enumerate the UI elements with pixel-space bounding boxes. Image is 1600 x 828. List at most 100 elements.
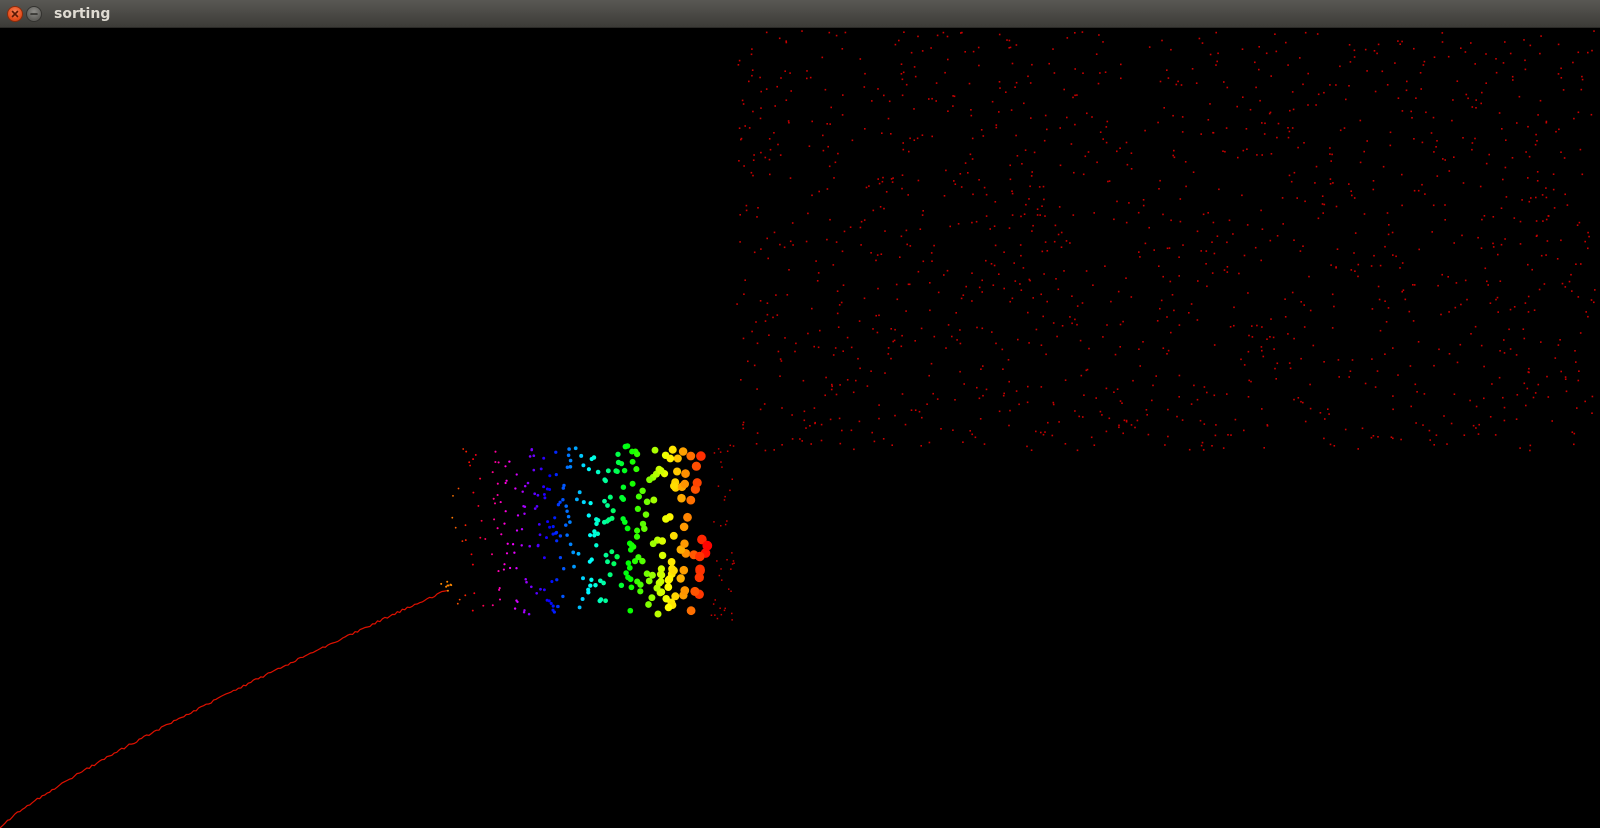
particle	[465, 450, 468, 453]
particle	[573, 446, 578, 451]
particle	[1270, 318, 1272, 320]
particle	[873, 440, 876, 443]
particle	[752, 159, 755, 161]
particle	[815, 260, 817, 262]
particle	[480, 519, 483, 522]
particle	[649, 540, 657, 548]
particle	[1193, 384, 1195, 387]
particle	[768, 334, 770, 336]
particle	[1053, 72, 1056, 74]
particle	[451, 516, 454, 519]
particle	[1499, 280, 1502, 282]
particle	[637, 581, 644, 588]
particle	[1261, 326, 1263, 328]
particle	[1471, 148, 1473, 151]
particle	[515, 567, 518, 570]
particle	[787, 120, 790, 122]
particle	[1082, 72, 1084, 74]
particle	[634, 505, 642, 513]
particle	[1182, 244, 1184, 246]
particle	[1241, 194, 1243, 197]
particle	[566, 514, 571, 519]
particle	[913, 66, 916, 68]
particle	[1454, 306, 1457, 309]
particle	[1085, 270, 1088, 272]
particle	[764, 156, 767, 159]
particle	[1203, 423, 1206, 425]
particle	[962, 441, 964, 443]
particle	[539, 587, 542, 591]
particle	[929, 282, 931, 284]
particle	[1176, 415, 1178, 418]
particle	[736, 303, 738, 305]
particle	[494, 450, 497, 453]
particle	[1348, 183, 1350, 185]
particle	[499, 501, 502, 504]
particle	[1518, 95, 1521, 98]
particle	[650, 496, 658, 504]
particle	[914, 75, 917, 78]
particle	[1064, 443, 1067, 445]
particle	[1001, 348, 1004, 351]
particle	[1357, 448, 1359, 450]
particle	[1215, 64, 1217, 66]
particle	[1202, 449, 1205, 451]
particle	[1019, 244, 1022, 246]
particle	[930, 252, 933, 254]
particle	[606, 517, 612, 523]
particle	[1014, 86, 1016, 88]
particle	[1349, 61, 1352, 63]
close-icon	[11, 10, 19, 18]
particle	[1456, 361, 1459, 364]
particle	[1471, 142, 1474, 144]
particle	[555, 578, 559, 582]
particle	[1328, 413, 1330, 415]
particle	[1241, 48, 1244, 50]
particle	[1515, 418, 1518, 420]
particle	[1394, 62, 1396, 64]
particle	[1222, 447, 1225, 449]
particle	[1392, 347, 1394, 349]
particle	[543, 496, 547, 500]
particle	[779, 375, 781, 377]
sorting-canvas[interactable]	[0, 28, 1600, 828]
minimize-button[interactable]	[26, 6, 42, 22]
particle	[1276, 136, 1278, 139]
particle	[1173, 149, 1175, 152]
particle	[1076, 94, 1078, 96]
particle	[528, 544, 532, 548]
particle	[756, 432, 759, 434]
particle	[1461, 234, 1463, 237]
particle	[1373, 50, 1376, 52]
particle	[783, 246, 786, 249]
particle	[1033, 151, 1036, 154]
particle	[1057, 233, 1060, 236]
particle	[726, 450, 729, 452]
particle	[1025, 203, 1027, 206]
particle	[1327, 408, 1329, 410]
particle	[1590, 113, 1593, 116]
particle	[622, 443, 629, 450]
particle	[846, 379, 849, 381]
particle	[1230, 434, 1232, 436]
particle	[603, 552, 609, 558]
particle	[936, 398, 939, 400]
particle	[817, 346, 820, 349]
title-bar[interactable]: sorting	[0, 0, 1600, 28]
particle	[737, 64, 740, 66]
close-button[interactable]	[7, 6, 23, 22]
particle	[1125, 141, 1128, 144]
particle	[738, 59, 741, 62]
particle	[472, 458, 475, 461]
particle	[1227, 434, 1229, 436]
particle	[807, 332, 809, 335]
particle	[607, 494, 613, 500]
particle	[904, 423, 907, 426]
particle	[595, 469, 601, 475]
particle	[1028, 198, 1030, 200]
particle	[910, 409, 913, 411]
particle	[1495, 71, 1498, 74]
particle	[808, 145, 811, 147]
particle	[1302, 83, 1304, 86]
particle	[826, 188, 829, 190]
